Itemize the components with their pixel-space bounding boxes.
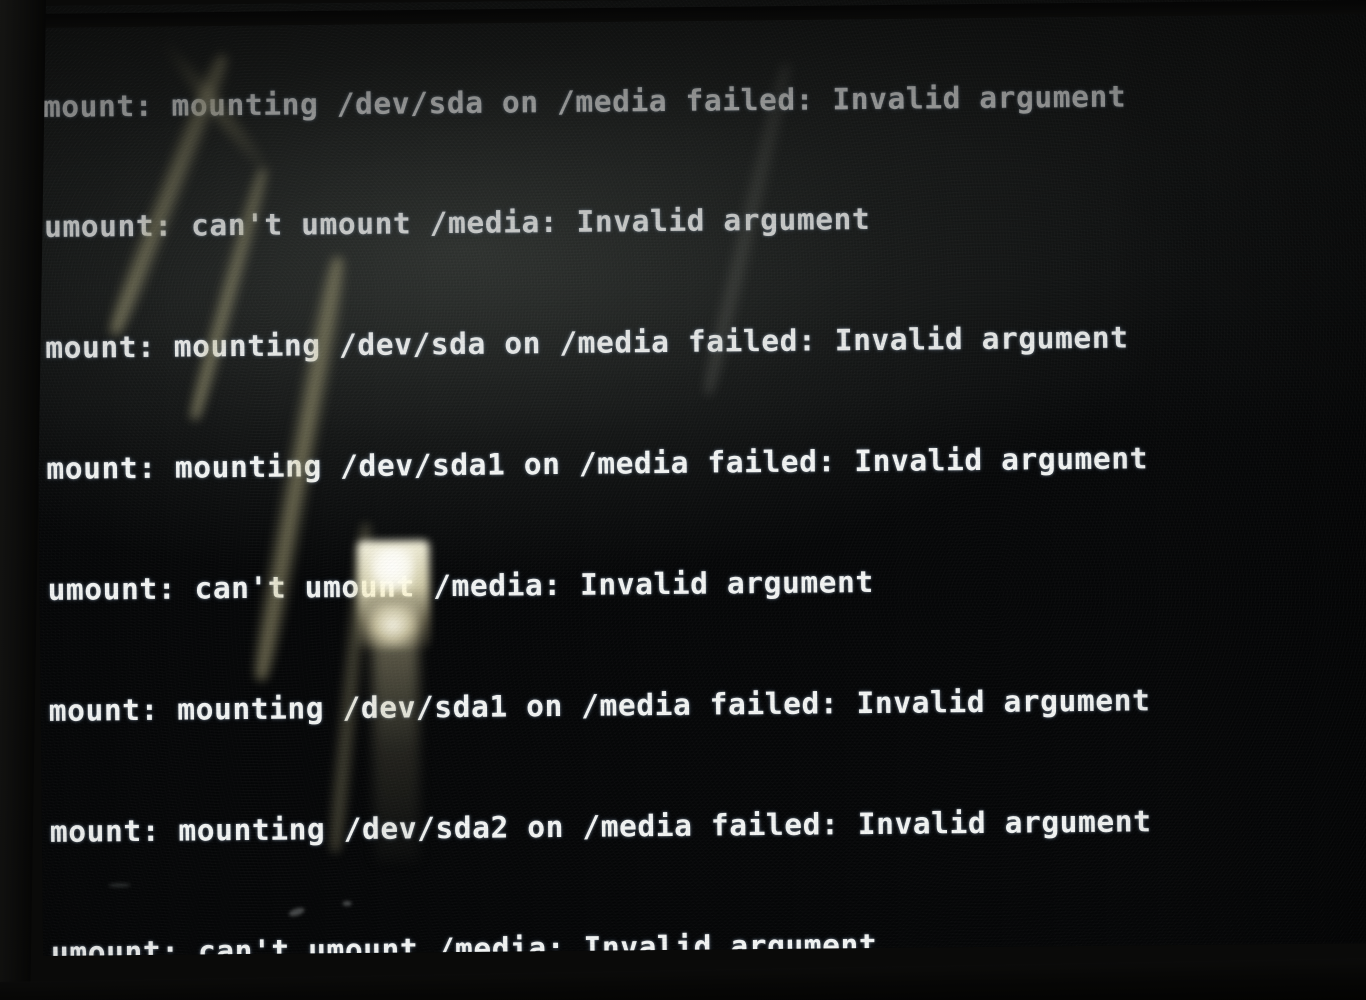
console-line: umount: can't umount /media: Invalid arg… [50,927,878,956]
console-line: umount: can't umount /media: Invalid arg… [47,565,874,608]
monitor-photograph: mount: mounting /dev/sda on /media faile… [0,0,1366,1000]
console-output: mount: mounting /dev/sda on /media faile… [42,0,1366,956]
console-line: mount: mounting /dev/sda2 on /media fail… [49,804,1152,849]
console-line: mount: mounting /dev/sda1 on /media fail… [46,441,1149,487]
dust-speck [342,900,352,907]
monitor-screen: mount: mounting /dev/sda on /media faile… [34,0,1366,956]
console-line: mount: mounting /dev/sda on /media faile… [42,79,1127,124]
monitor-bezel-bottom [0,958,1366,1000]
console-line: umount: can't umount /media: Invalid arg… [43,202,871,245]
console-line: mount: mounting /dev/sda on /media faile… [45,320,1129,366]
console-line: mount: mounting /dev/sda1 on /media fail… [48,683,1151,728]
